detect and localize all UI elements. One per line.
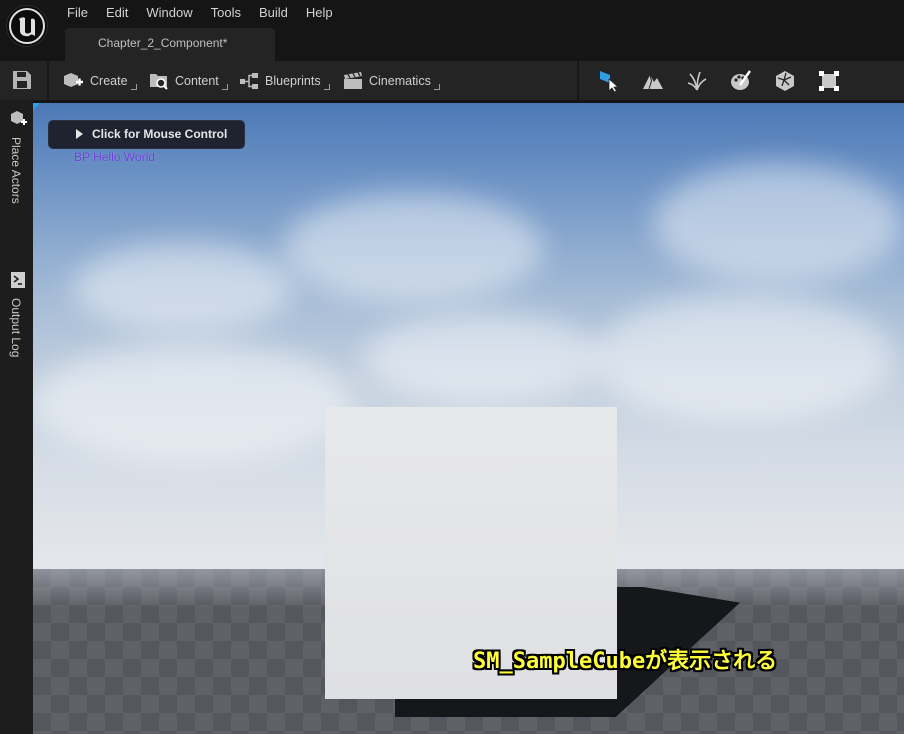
dropdown-corner-icon [433, 83, 440, 90]
blueprints-label: Blueprints [265, 73, 321, 88]
cloud [73, 243, 293, 333]
output-log-label: Output Log [9, 298, 23, 358]
content-label: Content [175, 73, 219, 88]
cinematics-button[interactable]: Cinematics [343, 61, 440, 100]
brush-editing-icon[interactable] [817, 69, 841, 93]
menu-help[interactable]: Help [297, 0, 342, 26]
menu-bar: File Edit Window Tools Build Help [58, 0, 342, 26]
fracture-icon[interactable] [773, 69, 797, 93]
mesh-paint-icon[interactable] [729, 69, 753, 93]
dropdown-corner-icon [323, 83, 330, 90]
level-viewport[interactable]: Click for Mouse Control BP Hello World S… [33, 103, 904, 734]
main-toolbar: Create Content Blueprints Cinematics [0, 61, 904, 100]
menu-edit[interactable]: Edit [97, 0, 137, 26]
menu-window[interactable]: Window [137, 0, 201, 26]
place-actor-icon [10, 110, 28, 133]
unreal-logo-icon[interactable] [6, 5, 48, 47]
blueprints-button[interactable]: Blueprints [239, 61, 330, 100]
place-actors-label: Place Actors [9, 137, 23, 204]
cinematics-label: Cinematics [369, 73, 431, 88]
cloud [33, 343, 353, 463]
toolbar-separator [47, 61, 49, 100]
toolbar-separator [577, 61, 579, 100]
save-icon[interactable] [10, 69, 34, 91]
select-mode-icon[interactable] [597, 69, 621, 93]
create-button[interactable]: Create [62, 61, 137, 100]
content-button[interactable]: Content [149, 61, 228, 100]
annotation-caption: SM_SampleCubeが表示される [473, 649, 778, 674]
dropdown-corner-icon [130, 83, 137, 90]
dropdown-corner-icon [221, 83, 228, 90]
cloud [653, 163, 903, 283]
cloud [363, 313, 603, 403]
viewport-focus-corner [33, 103, 40, 110]
title-bar: File Edit Window Tools Build Help Chapte… [0, 0, 904, 61]
content-browser-icon [149, 71, 169, 91]
cursor-icon [76, 129, 83, 139]
left-side-panel: Place Actors Output Log [0, 100, 33, 734]
cloud [283, 193, 543, 303]
place-actor-icon [62, 71, 84, 91]
place-actors-tab[interactable]: Place Actors [0, 110, 33, 220]
menu-build[interactable]: Build [250, 0, 297, 26]
menu-tools[interactable]: Tools [202, 0, 250, 26]
foliage-icon[interactable] [685, 69, 709, 93]
blueprint-icon [239, 71, 259, 91]
menu-file[interactable]: File [58, 0, 97, 26]
output-log-icon [11, 272, 25, 293]
actor-name-label: BP Hello World [74, 150, 155, 164]
mouse-control-label: Click for Mouse Control [92, 127, 228, 141]
clapperboard-icon [343, 71, 363, 91]
create-label: Create [90, 73, 128, 88]
cloud [593, 293, 893, 423]
mouse-control-button[interactable]: Click for Mouse Control [48, 120, 245, 149]
output-log-tab[interactable]: Output Log [0, 272, 33, 372]
level-document-tab[interactable]: Chapter_2_Component* [65, 28, 275, 61]
landscape-icon[interactable] [641, 69, 665, 93]
